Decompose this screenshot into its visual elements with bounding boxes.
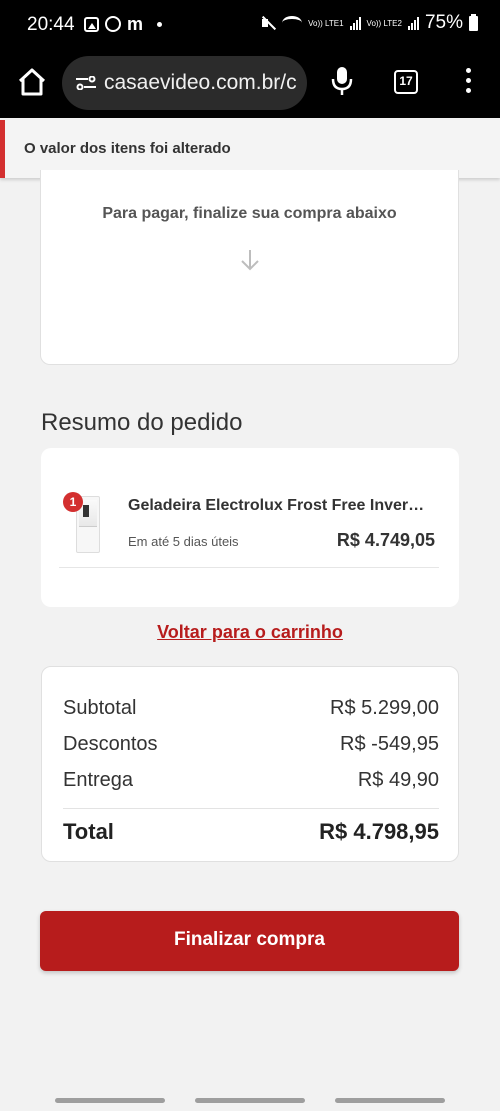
system-icons: Vo)) LTE1 Vo)) LTE2 75% xyxy=(260,12,478,34)
totals-card: Subtotal R$ 5.299,00 Descontos R$ -549,9… xyxy=(41,666,459,862)
product-price: R$ 4.749,05 xyxy=(336,530,435,550)
subtotal-label: Subtotal xyxy=(63,697,137,719)
quantity-badge: 1 xyxy=(63,492,83,512)
m-app-icon: m xyxy=(127,14,144,34)
order-summary-title: Resumo do pedido xyxy=(41,409,243,436)
nav-hint-right xyxy=(335,1098,445,1103)
gallery-icon xyxy=(84,16,99,32)
mute-icon xyxy=(260,15,276,31)
home-icon[interactable] xyxy=(14,64,50,100)
signal1-icon xyxy=(349,16,361,30)
browser-toolbar: casaevideo.com.br/c 17 xyxy=(0,52,500,118)
url-text[interactable]: casaevideo.com.br/c xyxy=(104,71,300,95)
status-time: 20:44 xyxy=(27,14,75,35)
back-to-cart-link[interactable]: Voltar para o carrinho xyxy=(0,622,500,643)
more-notifications-icon xyxy=(157,21,163,27)
status-bar: 20:44 m Vo)) LTE1 Vo)) LTE2 75% xyxy=(0,0,500,52)
tab-switcher-button[interactable]: 17 xyxy=(394,70,418,94)
nav-hint-center[interactable] xyxy=(195,1098,305,1103)
battery-percent: 75% xyxy=(424,12,463,33)
more-menu-icon[interactable] xyxy=(462,68,474,96)
delivery-estimate: Em até 5 dias úteis xyxy=(128,534,239,549)
address-bar[interactable]: casaevideo.com.br/c xyxy=(62,56,307,110)
signal2-icon xyxy=(407,16,419,30)
checkout-button[interactable]: Finalizar compra xyxy=(40,911,459,971)
whatsapp-icon xyxy=(105,16,121,32)
microphone-icon[interactable] xyxy=(330,66,354,96)
item-divider xyxy=(59,567,439,568)
nav-hint-left xyxy=(55,1098,165,1103)
alert-text: O valor dos itens foi alterado xyxy=(24,140,231,157)
payment-card: Para pagar, finalize sua compra abaixo xyxy=(40,170,459,365)
discount-label: Descontos xyxy=(63,733,158,755)
totals-divider xyxy=(63,808,439,809)
wifi-icon xyxy=(282,16,303,30)
volte1-label: Vo)) LTE1 xyxy=(308,18,344,28)
site-settings-icon[interactable] xyxy=(76,76,96,90)
shipping-value: R$ 49,90 xyxy=(357,769,439,791)
battery-icon xyxy=(469,13,478,31)
volte2-label: Vo)) LTE2 xyxy=(366,18,402,28)
total-label: Total xyxy=(63,819,114,844)
subtotal-value: R$ 5.299,00 xyxy=(330,697,439,719)
notification-icons: m xyxy=(84,14,163,34)
arrow-down-icon xyxy=(241,250,259,271)
total-value: R$ 4.798,95 xyxy=(319,819,439,844)
discount-value: R$ -549,95 xyxy=(340,733,439,755)
order-item-card: 1 Geladeira Electrolux Frost Free Invert… xyxy=(41,448,459,607)
product-name: Geladeira Electrolux Frost Free Inverter… xyxy=(128,497,428,514)
payment-message: Para pagar, finalize sua compra abaixo xyxy=(102,205,397,222)
shipping-label: Entrega xyxy=(63,769,134,791)
